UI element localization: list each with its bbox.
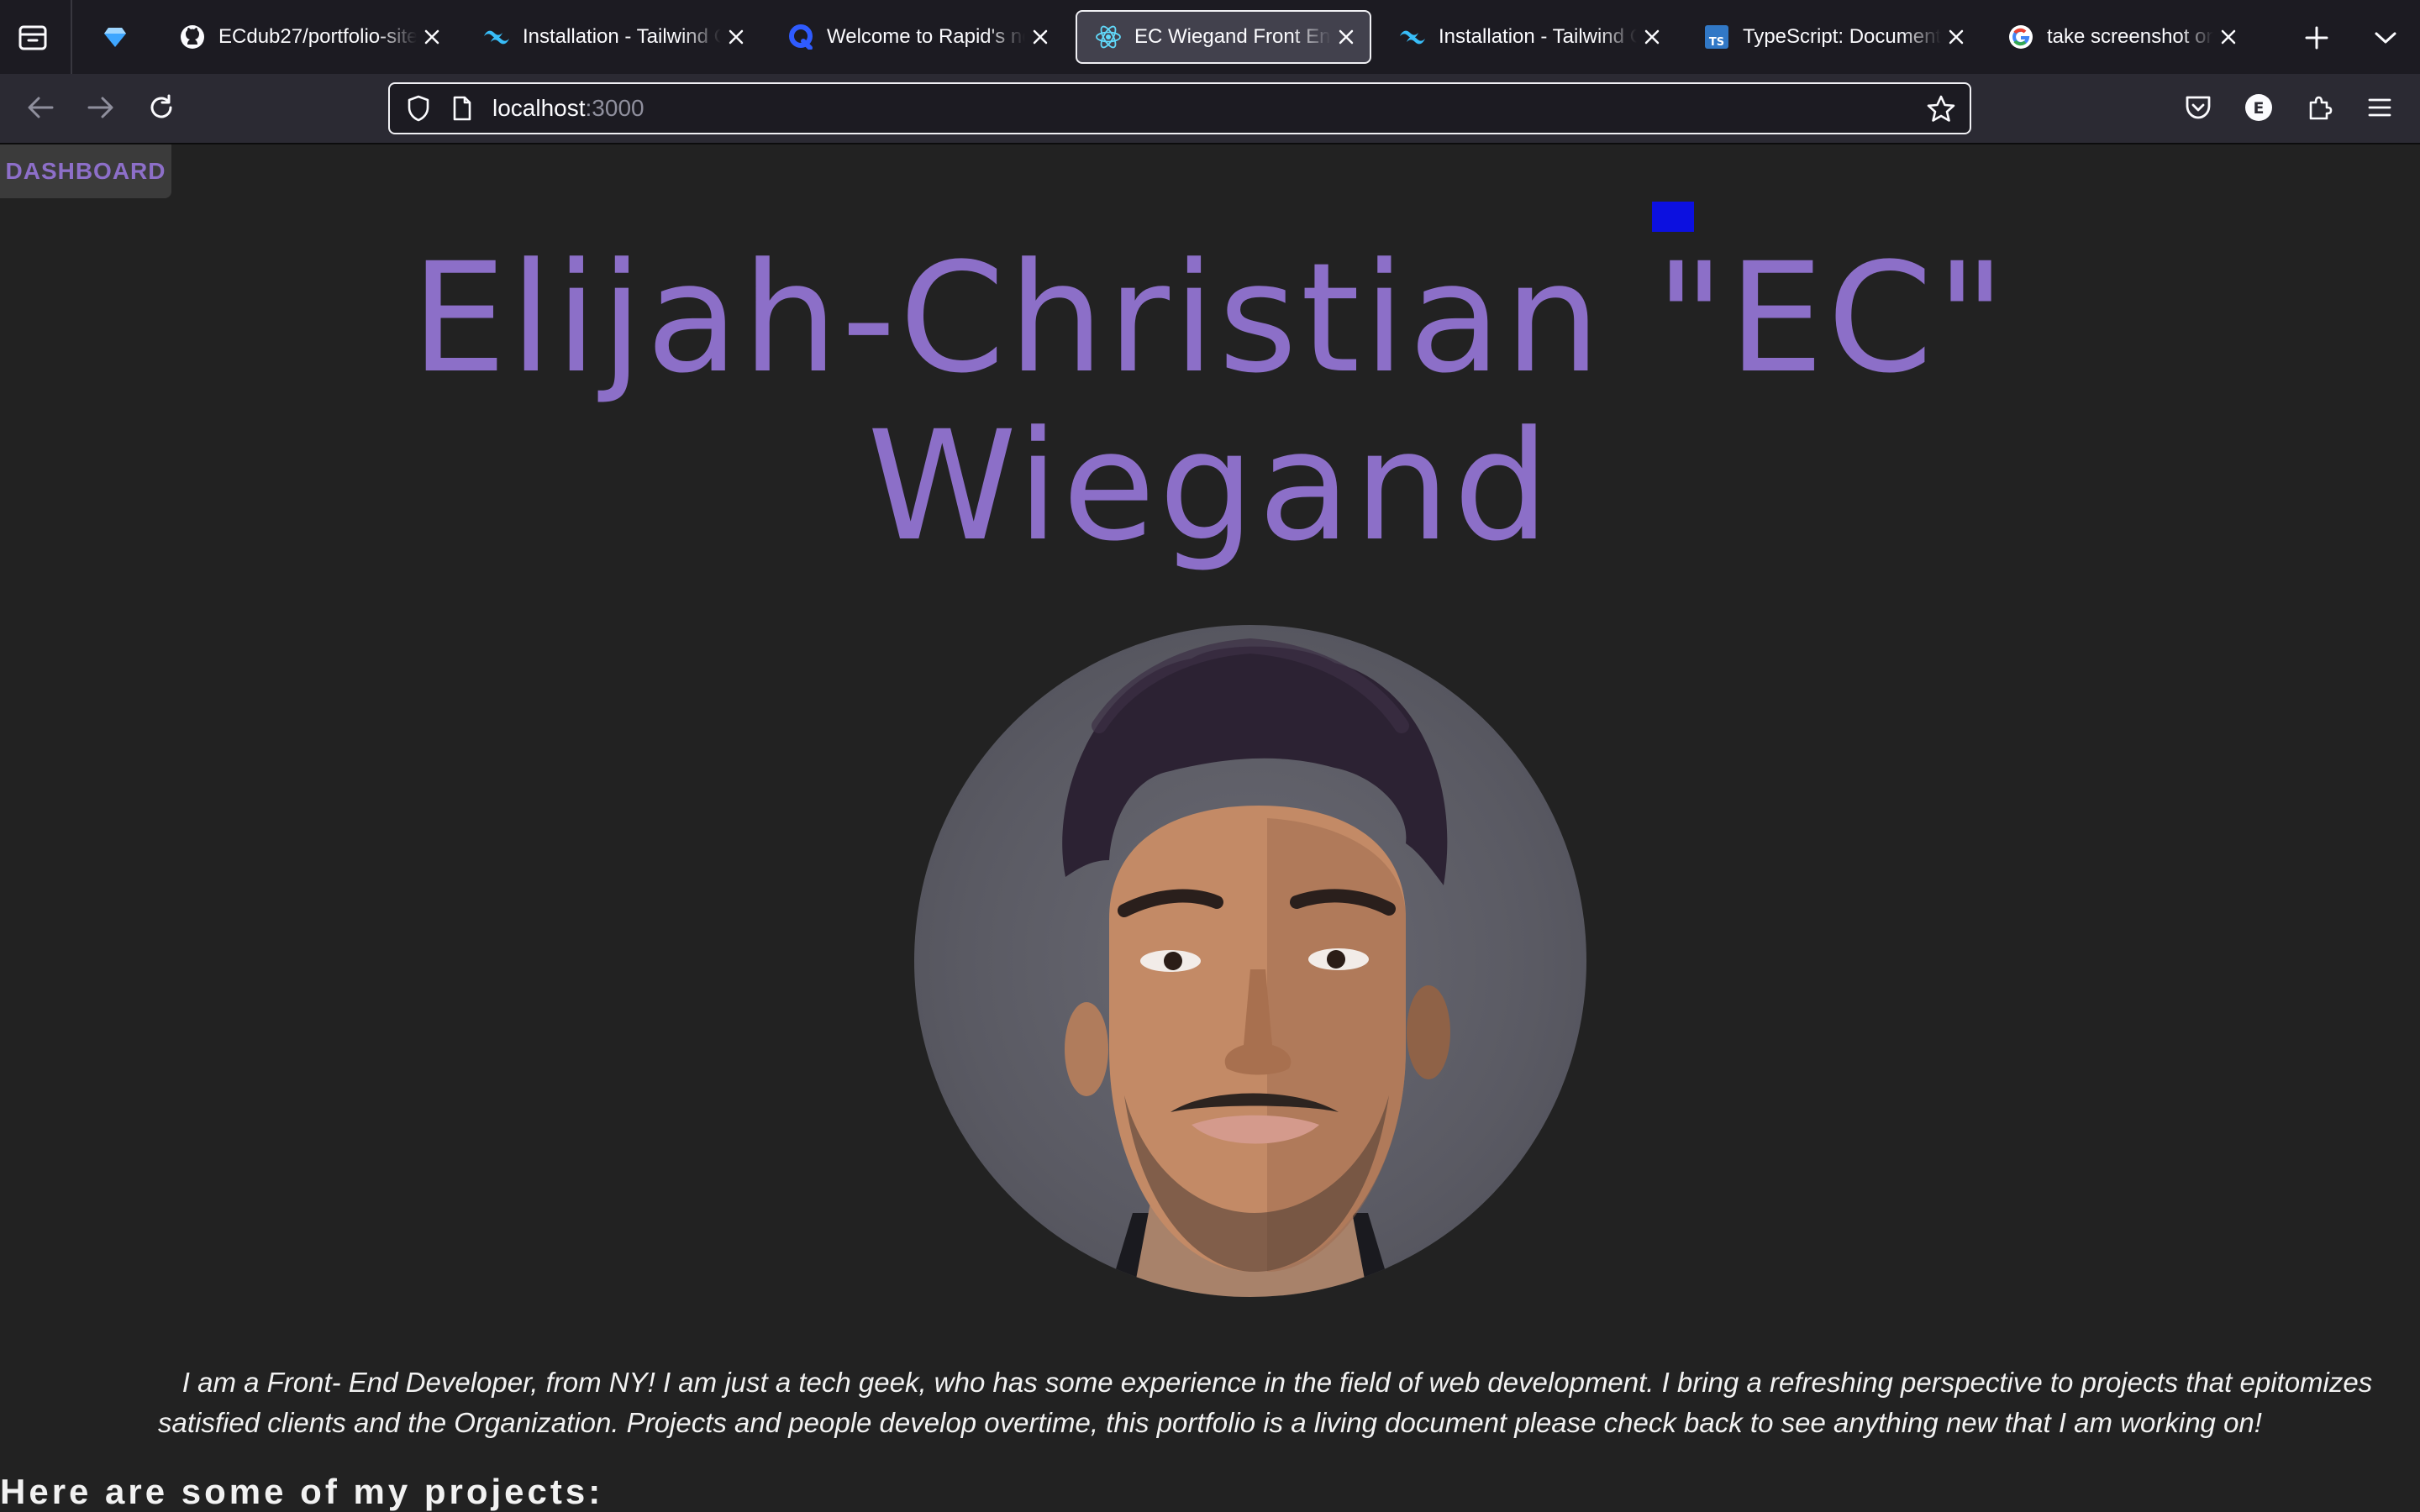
tab-typescript[interactable]: TS TypeScript: Documentation — [1686, 10, 1980, 64]
google-icon — [2007, 23, 2035, 51]
back-arrow-icon[interactable] — [22, 89, 59, 126]
typescript-icon: TS — [1702, 23, 1731, 51]
navigation-toolbar: localhost:3000 E — [0, 74, 2420, 144]
tab-title: Installation - Tailwind CSS — [1439, 25, 1637, 48]
url-text: localhost:3000 — [492, 84, 644, 133]
tab-title: EC Wiegand Front End Developer — [1134, 25, 1331, 48]
extensions-puzzle-icon[interactable] — [2301, 89, 2338, 126]
close-tab-icon[interactable] — [1331, 22, 1361, 52]
url-bar[interactable]: localhost:3000 — [388, 82, 1971, 134]
page-title-line1: Elijah-Christian "EC" — [411, 231, 2009, 407]
profile-illustration — [1062, 638, 1450, 1297]
projects-heading: Here are some of my projects: — [0, 1472, 604, 1511]
close-tab-icon[interactable] — [721, 22, 751, 52]
url-port: :3000 — [585, 95, 644, 121]
close-tab-icon[interactable] — [417, 22, 447, 52]
shield-icon[interactable] — [402, 92, 435, 125]
svg-text:TS: TS — [1709, 36, 1724, 49]
bookmark-star-icon[interactable] — [1924, 92, 1958, 125]
tab-strip: ECdub27/portfolio-site Installation - Ta… — [0, 0, 2420, 74]
tab-title: take screenshot on mac — [2047, 25, 2213, 48]
tab-title: Installation - Tailwind CSS — [523, 25, 721, 48]
dashboard-button[interactable]: DASHBOARD — [0, 144, 171, 198]
account-avatar-icon[interactable]: E — [2240, 89, 2277, 126]
blue-marker — [1652, 202, 1694, 232]
url-host: localhost — [492, 95, 586, 121]
rapid-icon — [786, 23, 815, 51]
tab-rapid[interactable]: Welcome to Rapid's new — [770, 10, 1064, 64]
close-tab-icon[interactable] — [1637, 22, 1667, 52]
tab-tailwind-1[interactable]: Installation - Tailwind CSS — [466, 10, 760, 64]
reload-icon[interactable] — [143, 89, 180, 126]
hamburger-menu-icon[interactable] — [2361, 89, 2398, 126]
pocket-icon[interactable] — [2180, 89, 2217, 126]
list-all-tabs-icon[interactable] — [2368, 20, 2403, 55]
profile-avatar — [914, 625, 1586, 1297]
tab-strip-divider — [71, 0, 72, 74]
tab-tailwind-2[interactable]: Installation - Tailwind CSS — [1381, 10, 1676, 64]
bio-paragraph: I am a Front- End Developer, from NY! I … — [158, 1367, 2373, 1438]
close-tab-icon[interactable] — [1025, 22, 1055, 52]
tab-manager-icon[interactable] — [15, 20, 50, 55]
tab-portfolio-active[interactable]: EC Wiegand Front End Developer — [1076, 10, 1371, 64]
tab-title: TypeScript: Documentation — [1743, 25, 1941, 48]
page-content: DASHBOARD Elijah-Christian "EC" Wiegand — [0, 144, 2420, 1512]
page-info-icon[interactable] — [445, 92, 479, 125]
github-icon — [178, 23, 207, 51]
close-tab-icon[interactable] — [1941, 22, 1971, 52]
pinned-tab[interactable] — [84, 10, 145, 64]
tab-google[interactable]: take screenshot on mac — [1990, 10, 2252, 64]
tab-title: Welcome to Rapid's new — [827, 25, 1025, 48]
react-icon — [1094, 23, 1123, 51]
tab-github[interactable]: ECdub27/portfolio-site — [161, 10, 455, 64]
tab-title: ECdub27/portfolio-site — [218, 25, 417, 48]
page-title-line2: Wiegand — [867, 399, 1553, 575]
forward-arrow-icon[interactable] — [82, 89, 119, 126]
gem-icon — [101, 23, 129, 51]
new-tab-icon[interactable] — [2299, 20, 2334, 55]
tailwind-icon — [482, 23, 511, 51]
page-title: Elijah-Christian "EC" Wiegand — [0, 235, 2420, 571]
close-tab-icon[interactable] — [2213, 22, 2244, 52]
tailwind-icon — [1398, 23, 1427, 51]
svg-text:E: E — [2254, 99, 2265, 118]
